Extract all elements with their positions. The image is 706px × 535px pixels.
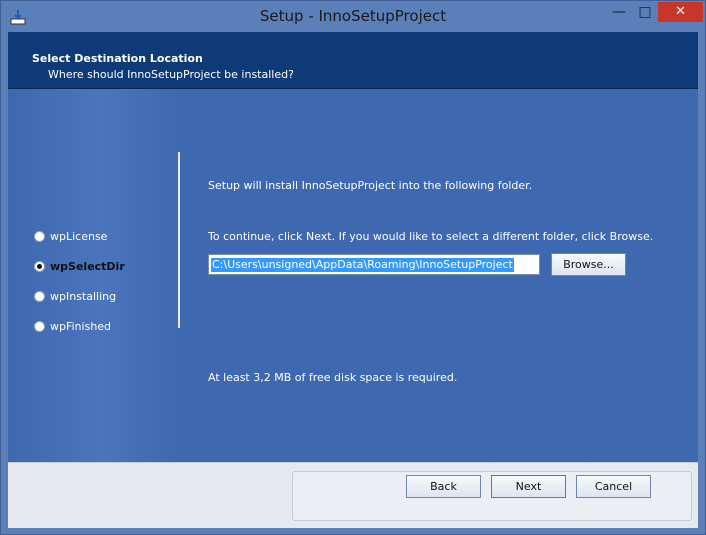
window-title: Setup - InnoSetupProject: [259, 7, 447, 25]
title-bar[interactable]: Setup - InnoSetupProject — □ ✕: [1, 1, 705, 33]
minimize-button[interactable]: —: [606, 2, 632, 22]
directory-input[interactable]: C:\Users\unsigned\AppData\Roaming\InnoSe…: [208, 254, 540, 275]
page-subtitle: Where should InnoSetupProject be install…: [48, 68, 294, 81]
wizard-page-list: [8, 89, 179, 462]
back-button[interactable]: Back: [406, 475, 481, 498]
wizard-header: Select Destination Location Where should…: [8, 32, 698, 89]
maximize-button[interactable]: □: [632, 2, 658, 22]
directory-value: C:\Users\unsigned\AppData\Roaming\InnoSe…: [211, 258, 514, 272]
footer-bar: Back Next Cancel: [8, 462, 698, 528]
page-title: Select Destination Location: [32, 52, 203, 65]
radio-wpLicense[interactable]: [34, 231, 45, 242]
page-label-wpFinished[interactable]: wpFinished: [50, 320, 111, 333]
setup-window: Setup - InnoSetupProject — □ ✕ Select De…: [0, 0, 706, 535]
instruction-text: To continue, click Next. If you would li…: [208, 230, 654, 243]
disk-space-text: At least 3,2 MB of free disk space is re…: [208, 371, 458, 384]
next-button[interactable]: Next: [491, 475, 566, 498]
radio-wpInstalling[interactable]: [34, 291, 45, 302]
page-label-wpSelectDir[interactable]: wpSelectDir: [50, 260, 125, 273]
intro-text: Setup will install InnoSetupProject into…: [208, 179, 533, 192]
page-label-wpLicense[interactable]: wpLicense: [50, 230, 107, 243]
browse-button[interactable]: Browse...: [551, 253, 626, 276]
close-button[interactable]: ✕: [658, 2, 703, 22]
divider: [178, 152, 180, 328]
radio-wpFinished[interactable]: [34, 321, 45, 332]
radio-wpSelectDir[interactable]: [34, 261, 45, 272]
wizard-frame: Select Destination Location Where should…: [8, 32, 698, 528]
cancel-button[interactable]: Cancel: [576, 475, 651, 498]
page-label-wpInstalling[interactable]: wpInstalling: [50, 290, 116, 303]
